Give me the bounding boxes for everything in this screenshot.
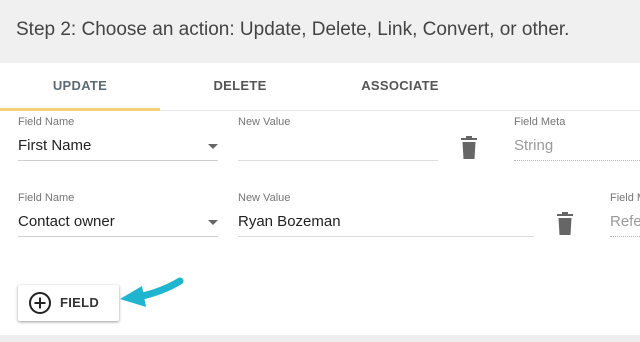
step-title: Step 2: Choose an action: Update, Delete… (16, 19, 570, 40)
field-name-value: First Name (18, 137, 92, 154)
new-value-label: New Value (238, 116, 291, 128)
new-value-input[interactable]: Ryan Bozeman (238, 210, 534, 237)
tab-associate[interactable]: ASSOCIATE (320, 63, 480, 110)
field-name-select[interactable]: Contact owner (18, 210, 218, 237)
field-meta-value: Reference (610, 210, 640, 237)
field-name-select[interactable]: First Name (18, 134, 218, 161)
pointer-arrow-icon (120, 277, 184, 307)
new-value-input[interactable] (238, 134, 438, 161)
field-meta-label: Field Meta (514, 116, 566, 128)
delete-row-button[interactable] (554, 211, 576, 237)
dropdown-caret-icon (208, 220, 218, 225)
add-circle-icon (29, 292, 51, 314)
tab-update[interactable]: UPDATE (0, 63, 160, 110)
trash-icon (557, 212, 573, 235)
trash-icon (461, 136, 477, 159)
tab-delete[interactable]: DELETE (160, 63, 320, 110)
active-tab-indicator (0, 108, 160, 111)
delete-row-button[interactable] (458, 135, 480, 161)
field-name-label: Field Name (18, 116, 75, 128)
field-meta-value: String (514, 134, 640, 161)
add-field-label: FIELD (60, 295, 100, 310)
field-name-label: Field Name (18, 192, 75, 204)
new-value-label: New Value (238, 192, 291, 204)
field-meta-label: Field Meta (610, 192, 640, 204)
field-name-value: Contact owner (18, 213, 115, 230)
bottom-gutter (0, 335, 640, 342)
add-field-button[interactable]: FIELD (18, 285, 119, 321)
action-panel: UPDATE DELETE ASSOCIATE Field Name First… (0, 63, 640, 335)
step-header: Step 2: Choose an action: Update, Delete… (0, 0, 640, 64)
action-tabs: UPDATE DELETE ASSOCIATE (0, 63, 640, 111)
dropdown-caret-icon (208, 144, 218, 149)
